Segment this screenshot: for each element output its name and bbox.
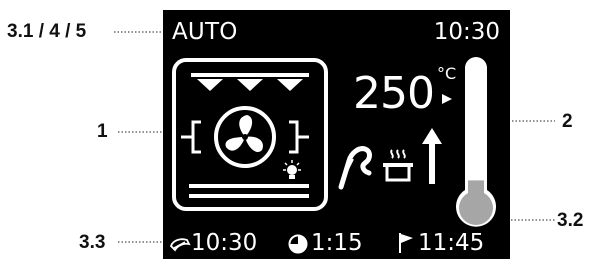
mode-label: AUTO	[172, 19, 238, 45]
figure: 3.1 / 4 / 5 1 2 3.2 3.3 AUTO 10:30 250 °…	[0, 0, 598, 259]
callout-label-thermometer: 2	[562, 111, 573, 132]
steaming-pot-icon	[381, 148, 415, 189]
end-flag-icon	[397, 232, 415, 259]
duration: 1:15	[311, 230, 363, 256]
clock: 10:30	[433, 19, 500, 45]
oven-display: AUTO 10:30 250 °C 10:30 1:15 11:45	[163, 10, 510, 259]
end-time: 11:45	[418, 230, 485, 256]
play-icon	[441, 92, 453, 110]
temperature-value: 250	[353, 68, 435, 119]
cooking-time-icon	[169, 234, 191, 259]
cooking-time: 10:30	[191, 230, 258, 256]
callout-label-top-left: 3.1 / 4 / 5	[7, 21, 87, 42]
arrow-up-icon	[420, 126, 444, 191]
oven-fan-icon	[171, 57, 331, 222]
temperature-unit: °C	[437, 64, 457, 83]
callout-label-oven: 1	[97, 121, 108, 142]
thermometer-icon	[455, 50, 497, 245]
callout-label-bottom: 3.3	[79, 232, 106, 253]
duration-clock-icon	[288, 234, 308, 259]
callout-label-pot: 3.2	[557, 210, 584, 231]
meat-probe-icon	[335, 135, 375, 196]
